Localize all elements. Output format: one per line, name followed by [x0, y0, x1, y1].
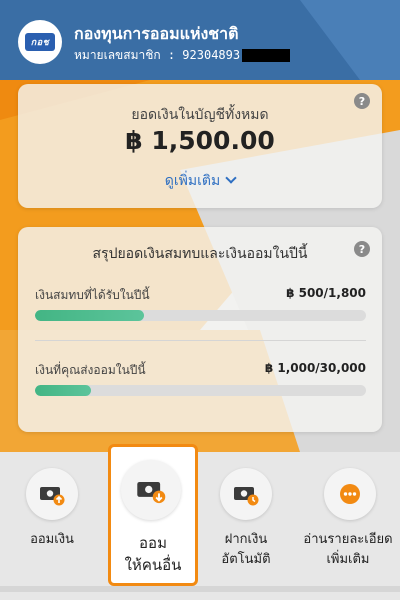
save-for-others-button[interactable]: ออม ให้คนอื่น: [111, 452, 195, 586]
summary-title: สรุปยอดเงินสมทบและเงินออมในปีนี้: [92, 246, 308, 262]
logo-text: กอช: [30, 38, 50, 48]
see-more-link[interactable]: ดูเพิ่มเติม: [18, 170, 382, 192]
money-up-icon: [26, 468, 78, 520]
save-money-button[interactable]: ออมเงิน: [14, 468, 90, 578]
money-down-icon: [121, 460, 181, 520]
contribution-value: ฿ 500/1,800: [286, 286, 366, 300]
summary-card: ? สรุปยอดเงินสมทบและเงินออมในปีนี้ เงินส…: [18, 227, 382, 432]
contribution-label: เงินสมทบที่ได้รับในปีนี้: [35, 288, 150, 302]
contribution-progress-fill: [35, 310, 145, 321]
auto-deposit-label: ฝากเงิน อัตโนมัติ: [206, 530, 286, 570]
org-name: กองทุนการออมแห่งชาติ: [74, 24, 239, 43]
save-for-others-label: ออม ให้คนอื่น: [111, 532, 195, 576]
savings-progress-fill: [35, 385, 92, 396]
bottom-divider: [0, 586, 400, 592]
savings-value: ฿ 1,000/30,000: [264, 361, 366, 375]
app-header: กอช กองทุนการออมแห่งชาติ หมายเลขสมาชิก :…: [0, 0, 400, 80]
save-money-label: ออมเงิน: [30, 532, 74, 547]
read-more-line1: อ่านรายละเอียด: [303, 532, 393, 547]
save-for-others-line2: ให้คนอื่น: [124, 556, 182, 574]
balance-label: ยอดเงินในบัญชีทั้งหมด: [131, 107, 269, 123]
see-more-label: ดูเพิ่มเติม: [164, 173, 221, 189]
more-dots-icon: [324, 468, 376, 520]
member-number-text: หมายเลขสมาชิก : 92304893: [74, 48, 241, 62]
read-more-button[interactable]: อ่านรายละเอียด เพิ่มเติม: [296, 468, 400, 578]
divider: [35, 340, 366, 341]
auto-deposit-button[interactable]: ฝากเงิน อัตโนมัติ: [206, 468, 286, 578]
chevron-down-icon: [225, 172, 237, 184]
savings-label: เงินที่คุณส่งออมในปีนี้: [35, 363, 146, 377]
savings-progress-bar: [35, 385, 366, 396]
member-number: หมายเลขสมาชิก : 92304893: [74, 46, 291, 65]
money-clock-icon: [220, 468, 272, 520]
auto-deposit-line1: ฝากเงิน: [224, 532, 268, 547]
balance-amount: ฿ 1,500.00: [125, 126, 275, 155]
read-more-line2: เพิ่มเติม: [326, 552, 370, 567]
auto-deposit-line2: อัตโนมัติ: [221, 552, 271, 567]
fund-logo: กอช: [18, 20, 62, 64]
contribution-progress-bar: [35, 310, 366, 321]
read-more-label: อ่านรายละเอียด เพิ่มเติม: [296, 530, 400, 570]
redacted-block: [242, 49, 291, 62]
balance-card: ? ยอดเงินในบัญชีทั้งหมด ฿ 1,500.00 ดูเพิ…: [18, 84, 382, 208]
save-for-others-line1: ออม: [139, 534, 167, 552]
